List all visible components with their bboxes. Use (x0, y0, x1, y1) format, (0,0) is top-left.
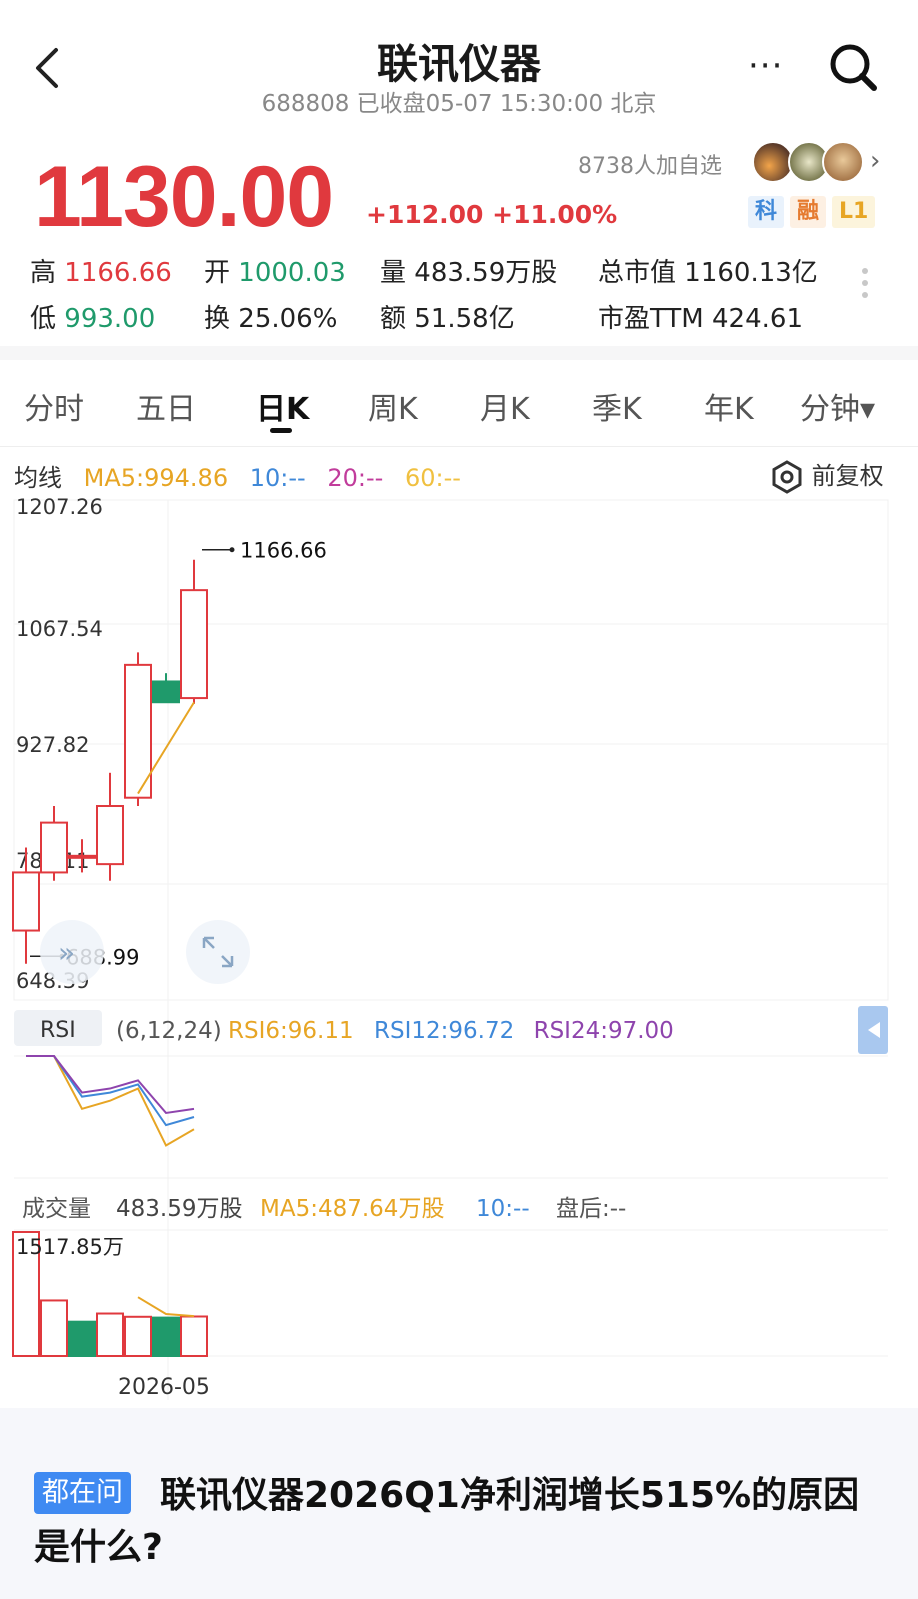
stat-high: 高 1166.66 (30, 258, 172, 288)
price-adjust-label: 前复权 (811, 462, 884, 490)
candle-body (12, 871, 40, 932)
tab-minute-dropdown[interactable]: 分钟▾ (800, 384, 875, 428)
level1-badge: L1 (832, 196, 876, 228)
chevron-right-icon[interactable]: › (870, 146, 880, 176)
rsi-line (26, 1055, 195, 1127)
stat-turnover: 换 25.06% (204, 304, 338, 334)
volume-max-label: 1517.85万 (16, 1235, 124, 1259)
more-stats-icon[interactable] (862, 268, 868, 304)
ask-badge: 都在问 (34, 1472, 131, 1514)
after-hours-volume: 盘后:-- (556, 1196, 626, 1222)
rsi-line (26, 1055, 195, 1115)
stat-amount: 额 51.58亿 (380, 304, 515, 334)
star-market-badge: 科 (748, 196, 785, 228)
section-divider (0, 346, 918, 360)
ma5-value: MA5:994.86 (83, 464, 229, 492)
question-text[interactable]: 联讯仪器2026Q1净利润增长515%的原因是什么? (34, 1470, 884, 1574)
volume-bar (152, 1316, 180, 1357)
candle-body (40, 821, 68, 874)
tab-quarterly-k[interactable]: 季K (592, 384, 642, 428)
rsi-params: (6,12,24) (116, 1018, 222, 1044)
tab-yearly-k[interactable]: 年K (704, 384, 754, 428)
stat-open: 开 1000.03 (204, 258, 346, 288)
moving-average-legend: 均线 MA5:994.86 10:-- 20:-- 60:-- (14, 458, 475, 493)
candle-body (180, 589, 208, 700)
active-tab-indicator (270, 428, 292, 433)
price-change: +112.00 +11.00% (366, 200, 618, 229)
candle-body (96, 805, 124, 866)
volume-bar (40, 1299, 68, 1358)
stock-status-subtitle: 688808 已收盘05-07 15:30:00 北京 (261, 91, 657, 117)
current-price: 1130.00 (34, 149, 334, 245)
y-axis-tick-label: 1207.26 (16, 495, 103, 519)
stat-market-cap: 总市值 1160.13亿 (598, 258, 818, 288)
stat-low: 低 993.00 (30, 304, 156, 334)
volume-ma5-line (137, 1296, 195, 1318)
ma10-value: 10:-- (249, 464, 306, 492)
search-button[interactable] (826, 40, 882, 96)
volume-label: 成交量 (22, 1196, 91, 1222)
rsi-line (26, 1055, 195, 1147)
stat-pe-ttm: 市盈TTM 424.61 (598, 304, 803, 334)
max-price-label: 1166.66 (240, 539, 327, 563)
tab-daily-k[interactable]: 日K (256, 384, 309, 428)
volume-ma10: 10:-- (476, 1196, 530, 1222)
settings-gear-icon (772, 460, 802, 494)
ma60-value: 60:-- (404, 464, 461, 492)
kline-chart[interactable]: 1207.261067.54927.82788.11648.39 1166.66… (0, 490, 918, 1400)
rsi-label: RSI (40, 1018, 76, 1043)
tab-five-day[interactable]: 五日 (136, 384, 196, 428)
more-options-icon[interactable]: ··· (748, 46, 783, 86)
rsi-series-value: RSI24:97.00 (534, 1018, 674, 1044)
rsi-series-value: RSI12:96.72 (374, 1018, 514, 1044)
volume-bar (96, 1312, 124, 1357)
max-marker-dot (229, 547, 235, 553)
margin-badge: 融 (790, 196, 827, 228)
ma20-value: 20:-- (327, 464, 384, 492)
volume-value: 483.59万股 (116, 1196, 242, 1222)
stat-volume: 量 483.59万股 (380, 258, 558, 288)
volume-ma5: MA5:487.64万股 (260, 1196, 444, 1222)
price-adjust-button[interactable]: 前复权 (770, 456, 884, 494)
watchlist-count[interactable]: 8738人加自选 (578, 148, 722, 180)
double-chevron-icon: » (58, 936, 75, 969)
candle-body (152, 680, 180, 704)
tab-monthly-k[interactable]: 月K (480, 384, 530, 428)
ma-label: 均线 (14, 464, 62, 492)
y-axis-tick-label: 927.82 (16, 733, 89, 757)
avatar (822, 141, 864, 183)
search-icon (830, 44, 877, 91)
candle-body (68, 854, 96, 859)
tab-intraday[interactable]: 分时 (24, 384, 84, 428)
y-axis-tick-label: 1067.54 (16, 617, 103, 641)
tabs-divider (0, 446, 918, 447)
volume-bar (180, 1315, 208, 1357)
fullscreen-button[interactable] (186, 920, 250, 984)
volume-bar (68, 1320, 96, 1357)
x-axis-date-label: 2026-05 (118, 1375, 210, 1400)
rsi-series-value: RSI6:96.11 (228, 1018, 354, 1044)
volume-bar (124, 1315, 152, 1357)
tab-weekly-k[interactable]: 周K (368, 384, 418, 428)
